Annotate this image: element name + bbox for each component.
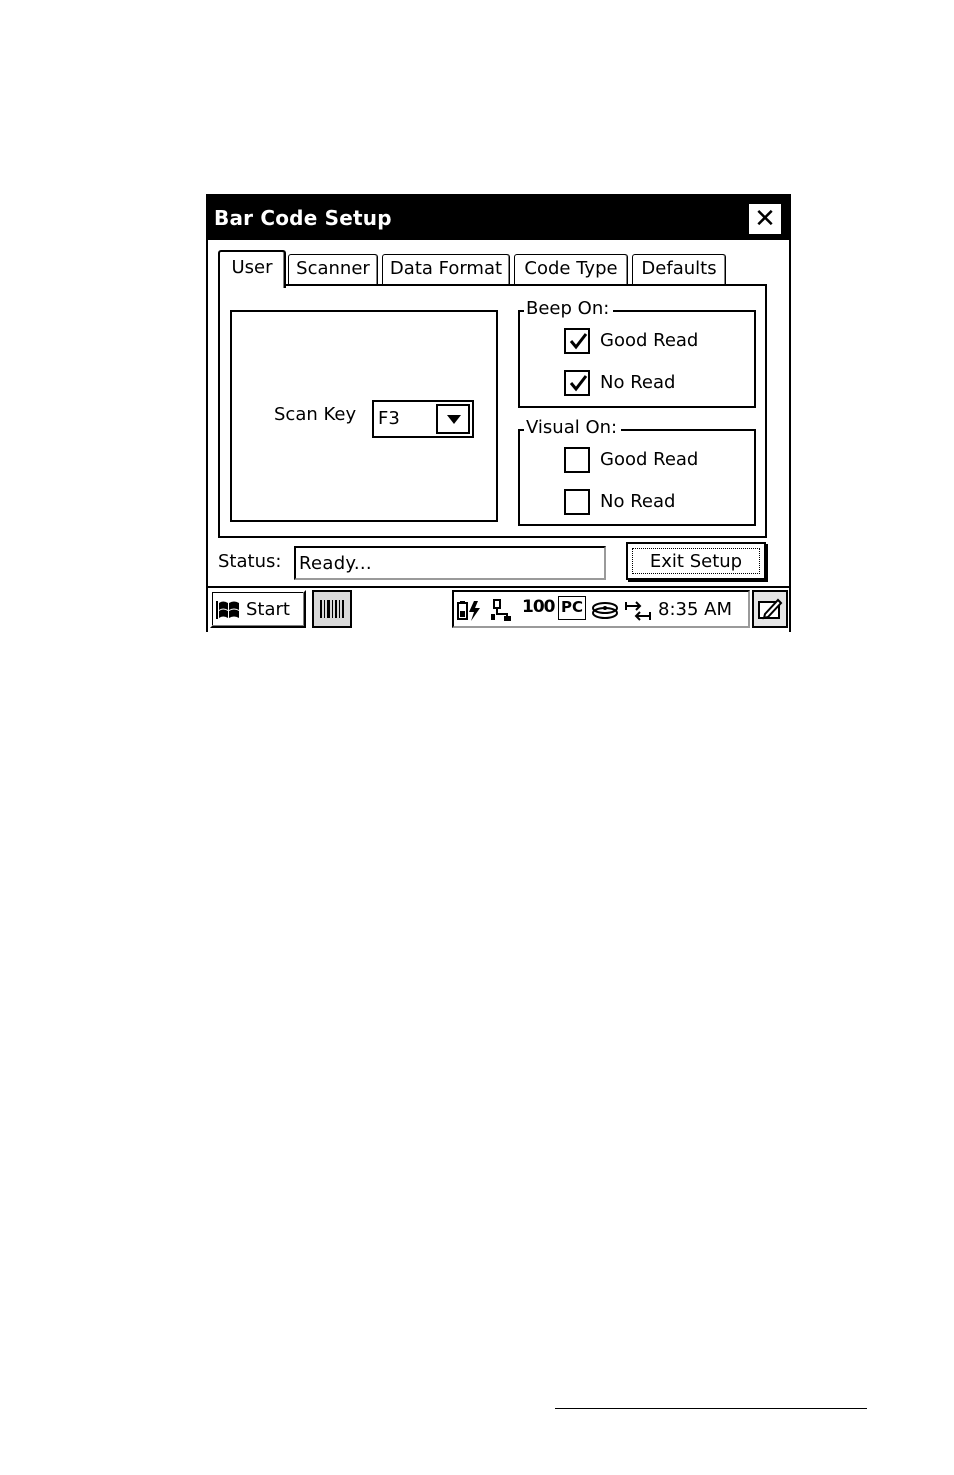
input-panel-icon: [758, 598, 783, 620]
scan-key-dropdown[interactable]: F3: [372, 400, 474, 438]
close-icon: ✕: [754, 204, 776, 234]
dropdown-arrow-button[interactable]: [436, 404, 470, 434]
tab-code-type[interactable]: Code Type: [514, 254, 628, 286]
barcode-app-icon: [320, 600, 344, 618]
beep-no-read-checkbox[interactable]: [564, 370, 590, 396]
beep-good-read-label: Good Read: [600, 330, 699, 351]
tab-defaults[interactable]: Defaults: [632, 254, 726, 286]
scan-key-label: Scan Key: [274, 404, 357, 425]
tab-scanner[interactable]: Scanner: [288, 254, 378, 286]
visual-on-legend: Visual On:: [524, 417, 622, 438]
battery-icon[interactable]: [456, 599, 486, 623]
visual-no-read-label: No Read: [600, 491, 676, 512]
taskbar: Start 100 PC 8:35 AM: [208, 586, 789, 632]
scan-key-box: Scan Key F3: [230, 310, 498, 522]
chevron-down-icon: [447, 415, 461, 424]
exit-setup-label: Exit Setup: [632, 548, 760, 574]
start-button[interactable]: Start: [210, 590, 306, 628]
tab-data-format[interactable]: Data Format: [382, 254, 510, 286]
user-tab-panel: Scan Key F3 Beep On: Good Read No Read V…: [218, 284, 767, 538]
visual-no-read-checkbox[interactable]: [564, 489, 590, 515]
exit-setup-button[interactable]: Exit Setup: [626, 542, 766, 580]
footer-rule: [555, 1408, 867, 1409]
sync-icon[interactable]: [624, 599, 652, 623]
status-text: Ready...: [299, 553, 372, 574]
beep-on-group: Beep On: Good Read No Read: [518, 298, 756, 408]
input-panel-button[interactable]: [752, 590, 788, 628]
beep-on-legend: Beep On:: [524, 298, 614, 319]
pc-icon[interactable]: PC: [558, 596, 587, 620]
visual-good-read-label: Good Read: [600, 449, 699, 470]
checkmark-icon: [569, 333, 588, 350]
status-field: Ready...: [294, 546, 606, 580]
window-title: Bar Code Setup: [214, 206, 392, 230]
beep-no-read-label: No Read: [600, 372, 676, 393]
scan-key-value: F3: [378, 408, 400, 429]
disk-icon[interactable]: [590, 599, 620, 623]
title-bar: Bar Code Setup ✕: [208, 196, 789, 240]
close-button[interactable]: ✕: [748, 203, 782, 235]
clock[interactable]: 8:35 AM: [658, 599, 732, 620]
visual-good-read-checkbox[interactable]: [564, 447, 590, 473]
barcode-app-button[interactable]: [312, 590, 352, 628]
tab-user[interactable]: User: [218, 250, 286, 288]
visual-on-group: Visual On: Good Read No Read: [518, 417, 756, 526]
status-label: Status:: [218, 551, 282, 572]
network-icon[interactable]: [488, 599, 518, 623]
checkmark-icon: [569, 375, 588, 392]
windows-flag-icon: [216, 601, 239, 619]
system-tray: 100 PC 8:35 AM: [452, 590, 750, 628]
signal-icon[interactable]: 100: [522, 597, 555, 621]
beep-good-read-checkbox[interactable]: [564, 328, 590, 354]
start-label: Start: [246, 599, 290, 620]
bar-code-setup-window: Bar Code Setup ✕ Scanner Data Format Cod…: [206, 194, 791, 632]
